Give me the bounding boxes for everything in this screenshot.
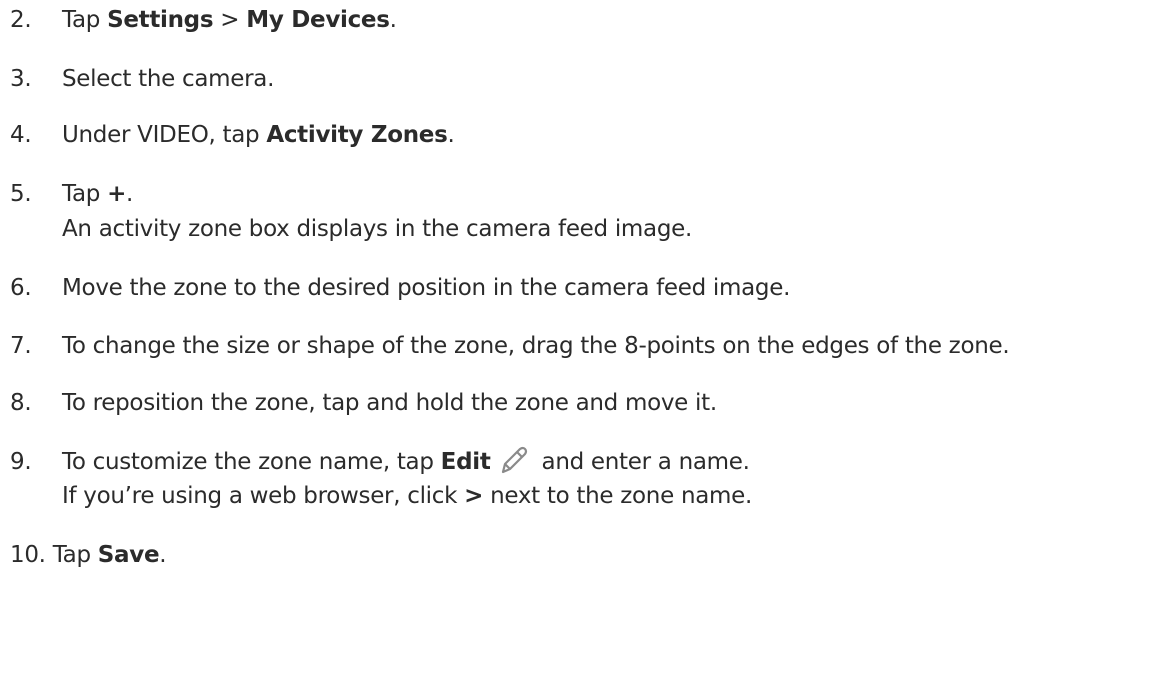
step-text: To reposition the zone, tap and hold the… xyxy=(62,390,717,416)
step-number: 4. xyxy=(10,122,32,148)
step-5-note: An activity zone box displays in the cam… xyxy=(62,216,692,242)
step-text: next to the zone name. xyxy=(483,483,752,509)
step-number: 10. xyxy=(10,542,46,568)
chevron-label: > xyxy=(464,483,484,509)
step-text: Tap xyxy=(62,7,108,33)
step-text: and enter a name. xyxy=(534,449,750,475)
step-number: 5. xyxy=(10,181,32,207)
step-text: Select the camera. xyxy=(62,66,275,92)
pencil-icon xyxy=(495,443,531,479)
step-text: > xyxy=(213,7,247,33)
step-number: 9. xyxy=(10,449,32,475)
step-text: . xyxy=(159,542,167,568)
step-5: 5. Tap +. xyxy=(10,176,133,212)
step-text: . xyxy=(126,181,134,207)
step-2: 2. Tap Settings > My Devices. xyxy=(10,2,397,38)
save-label: Save xyxy=(97,542,160,568)
step-9-note: If you’re using a web browser, click > n… xyxy=(62,478,752,514)
step-text: Under VIDEO, tap xyxy=(62,122,267,148)
my-devices-label: My Devices xyxy=(246,7,390,33)
step-number: 3. xyxy=(10,66,32,92)
step-text: To customize the zone name, tap xyxy=(62,449,441,475)
step-text: To change the size or shape of the zone,… xyxy=(62,333,1010,359)
step-4: 4. Under VIDEO, tap Activity Zones. xyxy=(10,117,455,153)
settings-label: Settings xyxy=(107,7,214,33)
step-8: 8. To reposition the zone, tap and hold t… xyxy=(10,385,717,421)
instruction-steps: 2. Tap Settings > My Devices. 3. Select th… xyxy=(0,0,1163,678)
step-number: 8. xyxy=(10,390,32,416)
step-text: . xyxy=(447,122,455,148)
step-3: 3. Select the camera. xyxy=(10,61,274,97)
step-text: . xyxy=(389,7,397,33)
step-number: 7. xyxy=(10,333,32,359)
step-9: 9. To customize the zone name, tap Edit a… xyxy=(10,443,750,480)
activity-zones-label: Activity Zones xyxy=(266,122,448,148)
step-text: Move the zone to the desired position in… xyxy=(62,275,791,301)
step-10: 10. Tap Save. xyxy=(10,537,167,573)
step-number: 2. xyxy=(10,7,32,33)
step-7: 7. To change the size or shape of the zon… xyxy=(10,328,1010,364)
step-number: 6. xyxy=(10,275,32,301)
step-6: 6. Move the zone to the desired position … xyxy=(10,270,790,306)
step-text: Tap xyxy=(52,542,98,568)
step-text: Tap xyxy=(62,181,108,207)
plus-label: + xyxy=(107,181,127,207)
edit-label: Edit xyxy=(440,449,491,475)
step-text: If you’re using a web browser, click xyxy=(62,483,465,509)
